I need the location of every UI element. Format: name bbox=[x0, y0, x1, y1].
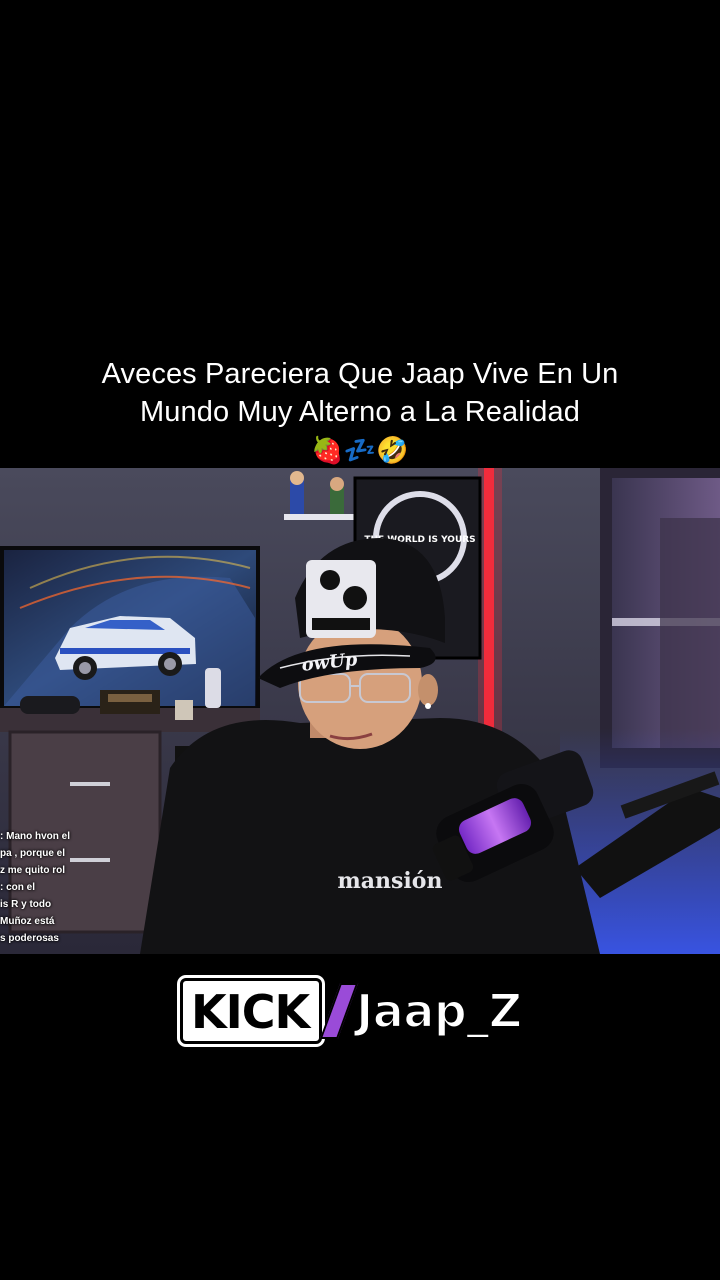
slash-icon bbox=[319, 983, 359, 1039]
chat-message: : Mano hvon el bbox=[0, 831, 70, 842]
chat-line: pa , porque el bbox=[0, 845, 120, 862]
chat-message: s poderosas bbox=[0, 933, 59, 944]
channel-username: Jaap_Z bbox=[355, 983, 523, 1039]
chat-message: z me quito rol bbox=[0, 865, 65, 876]
chat-line: : con el bbox=[0, 879, 120, 896]
chat-line: Muñoz está bbox=[0, 913, 120, 930]
chat-line: : Mano hvon el bbox=[0, 828, 120, 845]
caption-emoji: 🍓💤🤣 bbox=[311, 435, 409, 465]
video-caption: Aveces Pareciera Que Jaap Vive En Un Mun… bbox=[40, 355, 680, 467]
caption-line-2: Mundo Muy Alterno a La Realidad bbox=[140, 396, 580, 428]
kick-channel-banner[interactable]: KICK Jaap_Z bbox=[180, 975, 523, 1047]
chat-line: s poderosas bbox=[0, 930, 120, 947]
chat-message: : con el bbox=[0, 882, 36, 893]
chat-message: Muñoz está bbox=[0, 916, 55, 927]
kick-logo: KICK bbox=[180, 978, 323, 1044]
caption-line-1: Aveces Pareciera Que Jaap Vive En Un bbox=[101, 358, 619, 390]
chat-message: is R y todo bbox=[0, 899, 52, 910]
chat-line: z me quito rol bbox=[0, 862, 120, 879]
chat-message: pa , porque el bbox=[0, 848, 66, 859]
stream-chat-overlay: : Mano hvon el pa , porque el z me quito… bbox=[0, 828, 120, 947]
chat-line: is R y todo bbox=[0, 896, 120, 913]
shirt-text: mansión bbox=[338, 868, 443, 894]
